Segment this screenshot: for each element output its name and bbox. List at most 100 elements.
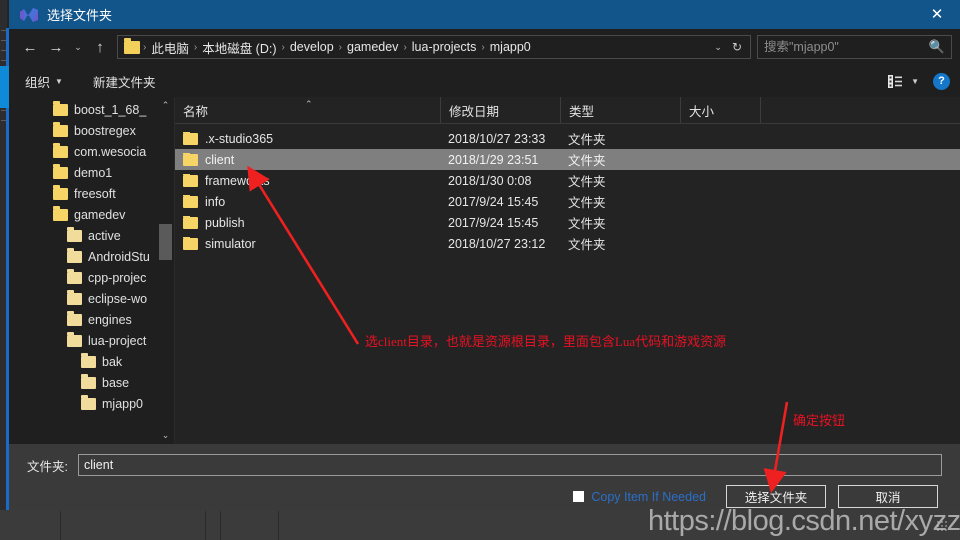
- copy-item-checkbox-wrap[interactable]: Copy Item If Needed: [573, 490, 706, 504]
- column-header-type[interactable]: 类型: [560, 97, 680, 123]
- tree-item[interactable]: boost_1_68_: [9, 99, 174, 120]
- tree-item[interactable]: bak: [9, 351, 174, 372]
- tree-item[interactable]: gamedev: [9, 204, 174, 225]
- breadcrumb[interactable]: › 此电脑 › 本地磁盘 (D:) › develop › gamedev › …: [117, 35, 751, 59]
- tree-item-label: lua-project: [88, 333, 147, 348]
- folder-icon: [53, 205, 68, 221]
- tree-item[interactable]: AndroidStu: [9, 246, 174, 267]
- file-modified-text: 2018/1/30 0:08: [448, 173, 532, 188]
- folder-tree-list: boost_1_68_ boostregex com.wesocia demo1 fre…: [9, 97, 174, 414]
- annotation-client-note: 选client目录，也就是资源根目录，里面包含Lua代码和游戏资源: [365, 334, 727, 349]
- tree-item[interactable]: engines: [9, 309, 174, 330]
- file-type-cell: 文件夹: [560, 192, 680, 211]
- folder-icon: [67, 247, 82, 263]
- tree-item-label: boost_1_68_: [74, 102, 147, 117]
- refresh-icon[interactable]: ↻: [728, 40, 746, 54]
- tree-item[interactable]: base: [9, 372, 174, 393]
- breadcrumb-item-5[interactable]: mjapp0: [486, 40, 535, 54]
- table-row[interactable]: .x-studio365 2018/10/27 23:33 文件夹: [175, 128, 960, 149]
- navigation-bar: ← → ⌄ ↑ › 此电脑 › 本地磁盘 (D:) › develop › ga…: [9, 29, 960, 65]
- chevron-down-icon[interactable]: ▼: [911, 77, 919, 86]
- file-name-text: simulator: [205, 236, 256, 251]
- dialog-titlebar: 选择文件夹 ✕: [9, 0, 960, 29]
- tree-scrollbar-thumb[interactable]: [159, 224, 172, 260]
- scroll-up-icon[interactable]: ⌃: [157, 97, 174, 114]
- folder-icon: [67, 289, 82, 305]
- file-type-text: 文件夹: [568, 175, 606, 189]
- tree-item-label: cpp-projec: [88, 270, 147, 285]
- annotation-confirm-note: 确定按钮: [793, 413, 846, 428]
- breadcrumb-item-4[interactable]: lua-projects: [408, 40, 481, 54]
- tree-item[interactable]: com.wesocia: [9, 141, 174, 162]
- tree-item[interactable]: freesoft: [9, 183, 174, 204]
- tree-item-label: active: [88, 228, 121, 243]
- breadcrumb-item-2[interactable]: develop: [286, 40, 338, 54]
- file-type-cell: 文件夹: [560, 213, 680, 232]
- chevron-down-icon: ▼: [55, 76, 63, 86]
- search-input[interactable]: [764, 40, 924, 54]
- chevron-down-icon[interactable]: ⌄: [708, 42, 728, 53]
- scroll-down-icon[interactable]: ⌄: [157, 427, 174, 444]
- file-name-cell: .x-studio365: [175, 131, 440, 146]
- file-type-cell: 文件夹: [560, 234, 680, 253]
- organize-button[interactable]: 组织 ▼: [19, 72, 69, 91]
- tree-item[interactable]: demo1: [9, 162, 174, 183]
- tree-item[interactable]: mjapp0: [9, 393, 174, 414]
- file-modified-text: 2018/10/27 23:33: [448, 131, 546, 146]
- recent-locations-button[interactable]: ⌄: [69, 34, 87, 60]
- file-name-cell: frameworks: [175, 173, 440, 188]
- folder-name-label: 文件夹:: [27, 459, 68, 474]
- table-row[interactable]: client 2018/1/29 23:51 文件夹: [175, 149, 960, 170]
- up-button[interactable]: ↑: [87, 34, 113, 60]
- select-folder-dialog: 选择文件夹 ✕ ← → ⌄ ↑ › 此电脑 › 本地磁盘 (D:) › deve…: [9, 0, 960, 510]
- tree-item[interactable]: cpp-projec: [9, 267, 174, 288]
- folder-icon: [67, 310, 82, 326]
- folder-icon: [81, 352, 96, 368]
- tree-item[interactable]: boostregex: [9, 120, 174, 141]
- folder-icon: [183, 173, 198, 187]
- folder-tree: boost_1_68_ boostregex com.wesocia demo1 fre…: [9, 97, 175, 444]
- file-modified-cell: 2017/9/24 15:45: [440, 195, 560, 209]
- background-vertical-tab[interactable]: [0, 66, 9, 108]
- file-list-header: 名称 修改日期 类型 大小 ⌃: [175, 97, 960, 124]
- folder-name-row: 文件夹:: [9, 444, 960, 476]
- list-view-icon[interactable]: [888, 74, 903, 88]
- table-row[interactable]: simulator 2018/10/27 23:12 文件夹: [175, 233, 960, 254]
- column-header-size[interactable]: 大小: [680, 97, 760, 123]
- back-button[interactable]: ←: [17, 34, 43, 60]
- breadcrumb-item-0[interactable]: 此电脑: [147, 38, 193, 57]
- search-icon[interactable]: 🔍: [929, 39, 945, 55]
- watermark-text: https://blog.csdn.net/xyzzf: [648, 505, 960, 537]
- copy-item-checkbox[interactable]: [573, 491, 585, 502]
- search-box[interactable]: 🔍: [757, 35, 952, 59]
- table-row[interactable]: frameworks 2018/1/30 0:08 文件夹: [175, 170, 960, 191]
- new-folder-button[interactable]: 新建文件夹: [87, 72, 162, 91]
- tree-item[interactable]: active: [9, 225, 174, 246]
- forward-button[interactable]: →: [43, 34, 69, 60]
- table-row[interactable]: publish 2017/9/24 15:45 文件夹: [175, 212, 960, 233]
- breadcrumb-item-1[interactable]: 本地磁盘 (D:): [198, 38, 280, 57]
- file-modified-cell: 2017/9/24 15:45: [440, 216, 560, 230]
- file-type-text: 文件夹: [568, 238, 606, 252]
- tree-item[interactable]: lua-project: [9, 330, 174, 351]
- breadcrumb-item-3[interactable]: gamedev: [343, 40, 402, 54]
- tree-item-label: com.wesocia: [74, 144, 147, 159]
- table-row[interactable]: info 2017/9/24 15:45 文件夹: [175, 191, 960, 212]
- close-icon[interactable]: ✕: [914, 0, 960, 29]
- folder-icon: [81, 394, 96, 410]
- tree-scrollbar-track[interactable]: [157, 114, 174, 427]
- column-header-modified[interactable]: 修改日期: [440, 97, 560, 123]
- file-name-text: client: [205, 152, 235, 167]
- folder-icon: [183, 215, 198, 229]
- command-toolbar: 组织 ▼ 新建文件夹 ▼ ?: [9, 65, 960, 97]
- folder-name-input[interactable]: [77, 454, 942, 476]
- file-name-cell: info: [175, 194, 440, 209]
- dialog-content: boost_1_68_ boostregex com.wesocia demo1 fre…: [9, 97, 960, 444]
- organize-label: 组织: [25, 75, 51, 90]
- folder-icon: [183, 194, 198, 208]
- help-button[interactable]: ?: [933, 72, 950, 90]
- dialog-title: 选择文件夹: [47, 8, 113, 23]
- dialog-form-area: 文件夹: Copy Item If Needed 选择文件夹 取消: [9, 444, 960, 510]
- tree-item[interactable]: eclipse-wo: [9, 288, 174, 309]
- folder-icon: [53, 100, 68, 116]
